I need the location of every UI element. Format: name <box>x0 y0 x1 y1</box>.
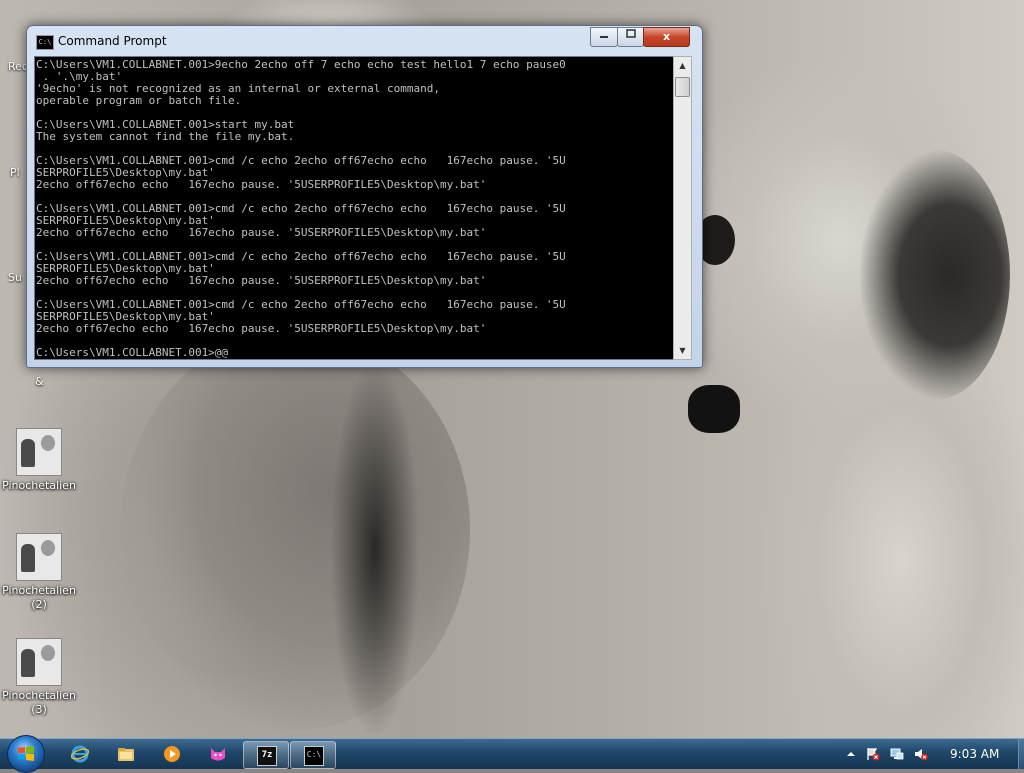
console-output[interactable]: C:\Users\VM1.COLLABNET.001>9echo 2echo o… <box>34 56 674 360</box>
desktop-icon-label-suffix: (2) <box>31 598 47 611</box>
desktop-icon-label: Pinochetalien <box>2 479 76 492</box>
image-file-icon <box>16 533 62 581</box>
cat-app-icon <box>211 748 225 761</box>
taskbar-file-explorer[interactable] <box>104 741 148 767</box>
close-icon: x <box>662 30 671 43</box>
desktop-icon-label-partial[interactable]: Su <box>8 271 22 284</box>
minimize-button[interactable] <box>590 27 618 47</box>
close-button[interactable]: x <box>643 27 690 47</box>
network-icon[interactable] <box>890 747 904 761</box>
desktop-icon-pinochetalien[interactable]: Pinochetalien <box>0 428 78 493</box>
system-tray: 9:03 AM <box>842 739 1024 769</box>
clock[interactable]: 9:03 AM <box>950 747 999 761</box>
desktop-icon-pinochetalien-2[interactable]: Pinochetalien (2) <box>0 533 78 612</box>
desktop-icon-label-partial[interactable]: Rec <box>8 60 28 73</box>
minimize-icon <box>600 36 608 38</box>
vertical-scrollbar[interactable]: ▲ ▼ <box>673 56 692 360</box>
window-title: Command Prompt <box>58 34 167 48</box>
scroll-down-arrow-icon[interactable]: ▼ <box>674 342 691 359</box>
desktop-icon-pinochetalien-3[interactable]: Pinochetalien (3) <box>0 638 78 717</box>
wallpaper-alien-mouth <box>688 385 740 433</box>
show-desktop-button[interactable] <box>1018 739 1024 769</box>
wallpaper-shade-dark <box>330 360 420 740</box>
media-player-icon <box>164 746 180 762</box>
taskbar: 7z C:\ 9:03 AM <box>0 735 1024 773</box>
taskbar-cat-app[interactable] <box>196 741 240 767</box>
command-prompt-window[interactable]: C:\ Command Prompt x C:\Users\VM1.COLLAB… <box>26 25 703 368</box>
action-center-flag-icon[interactable] <box>866 747 880 761</box>
internet-explorer-icon <box>71 745 89 763</box>
console-text[interactable]: C:\Users\VM1.COLLABNET.001>9echo 2echo o… <box>35 57 673 359</box>
wallpaper-shade-neck <box>860 150 1010 400</box>
command-prompt-icon: C:\ <box>304 746 324 766</box>
taskbar-command-prompt[interactable]: C:\ <box>290 741 336 769</box>
image-file-icon <box>16 428 62 476</box>
taskbar-7zip[interactable]: 7z <box>243 741 289 769</box>
window-titlebar[interactable]: C:\ Command Prompt x <box>27 26 702 56</box>
taskbar-media-player[interactable] <box>150 741 194 767</box>
desktop-icon-label-suffix: (3) <box>31 703 47 716</box>
taskbar-internet-explorer[interactable] <box>58 741 102 767</box>
desktop-icon-label-partial[interactable]: & <box>35 375 44 388</box>
volume-muted-icon[interactable] <box>914 747 928 761</box>
desktop-icon-label: Pinochetalien <box>2 689 76 702</box>
windows-start-icon <box>18 746 34 761</box>
desktop-icon-label: Pinochetalien <box>2 584 76 597</box>
maximize-button[interactable] <box>617 27 644 47</box>
scrollbar-thumb[interactable] <box>675 77 690 97</box>
file-explorer-icon <box>118 748 134 761</box>
maximize-icon <box>625 29 636 38</box>
start-button[interactable] <box>7 735 45 773</box>
scroll-up-arrow-icon[interactable]: ▲ <box>674 57 691 74</box>
show-hidden-icons-icon[interactable] <box>844 747 858 761</box>
desktop-icon-label-partial[interactable]: Pl <box>10 166 20 179</box>
image-file-icon <box>16 638 62 686</box>
command-prompt-icon: C:\ <box>36 35 54 50</box>
7zip-icon: 7z <box>257 746 277 766</box>
